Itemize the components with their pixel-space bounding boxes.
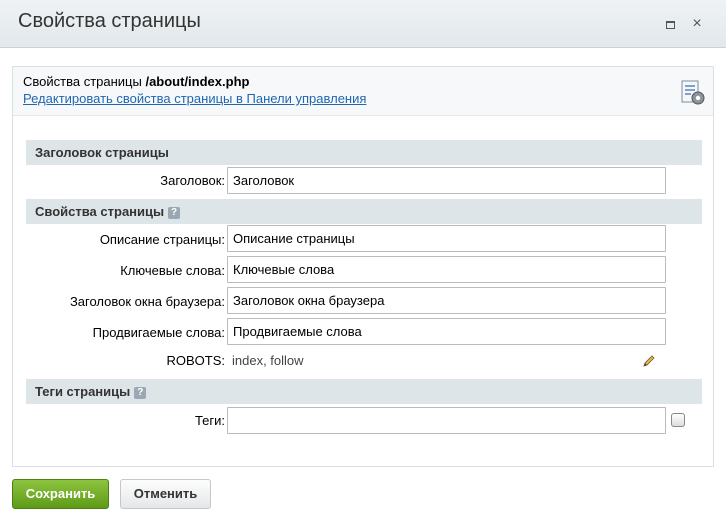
section-page-tags: Теги страницы? — [26, 379, 702, 404]
dialog-content: Свойства страницы /about/index.php Редак… — [12, 66, 714, 467]
title-label: Заголовок: — [160, 173, 225, 188]
help-icon[interactable]: ? — [168, 206, 181, 219]
help-icon[interactable]: ? — [134, 386, 147, 399]
browser-title-input[interactable] — [227, 287, 666, 314]
title-input[interactable] — [227, 167, 666, 194]
section-page-properties-label: Свойства страницы — [35, 204, 165, 219]
page-path: /about/index.php — [145, 74, 250, 89]
keywords-input[interactable] — [227, 256, 666, 283]
robots-label: ROBOTS: — [166, 353, 225, 368]
tags-checkbox[interactable] — [671, 413, 685, 427]
tags-label: Теги: — [194, 413, 225, 428]
section-page-title-label: Заголовок страницы — [35, 145, 169, 160]
description-input[interactable] — [227, 225, 666, 252]
maximize-icon[interactable] — [662, 16, 678, 32]
page-path-line: Свойства страницы /about/index.php — [23, 74, 249, 89]
save-button[interactable]: Сохранить — [12, 479, 109, 509]
browser-title-label: Заголовок окна браузера: — [69, 294, 225, 309]
section-page-tags-label: Теги страницы — [35, 384, 131, 399]
promoted-words-input[interactable] — [227, 318, 666, 345]
promoted-words-label: Продвигаемые слова: — [92, 325, 225, 340]
description-label: Описание страницы: — [99, 232, 225, 247]
page-settings-icon[interactable] — [680, 80, 706, 106]
keywords-label: Ключевые слова: — [120, 263, 225, 278]
page-properties-dialog: Свойства страницы × Свойства страницы /a… — [0, 0, 726, 523]
dialog-title: Свойства страницы — [18, 10, 201, 32]
tags-input[interactable] — [227, 407, 666, 434]
dialog-titlebar[interactable]: Свойства страницы × — [0, 0, 726, 48]
pencil-icon[interactable] — [642, 354, 656, 368]
close-icon[interactable]: × — [689, 16, 705, 32]
section-page-title: Заголовок страницы — [26, 140, 702, 165]
edit-in-control-panel-link[interactable]: Редактировать свойства страницы в Панели… — [23, 91, 366, 106]
section-page-properties: Свойства страницы? — [26, 199, 702, 224]
page-info-bar: Свойства страницы /about/index.php Редак… — [13, 67, 713, 116]
page-path-prefix: Свойства страницы — [23, 74, 146, 89]
cancel-button[interactable]: Отменить — [120, 479, 211, 509]
robots-value: index, follow — [232, 353, 304, 368]
